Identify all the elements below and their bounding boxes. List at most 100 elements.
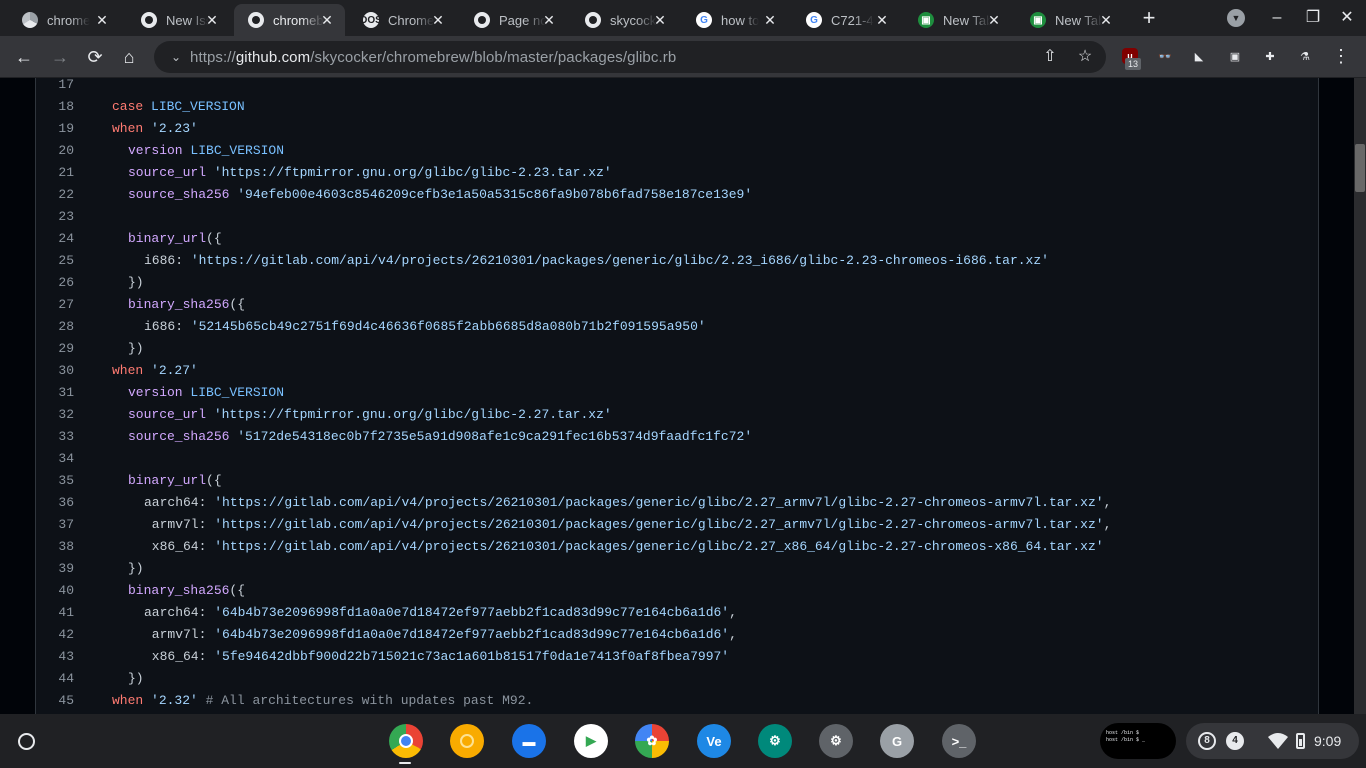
close-window-button[interactable]: ✕ (1337, 8, 1357, 28)
launcher-button[interactable] (18, 733, 35, 750)
line-number[interactable]: 45 (35, 690, 74, 712)
line-number[interactable]: 32 (35, 404, 74, 426)
app-glyph: ⚙ (830, 733, 842, 748)
files-app-icon[interactable]: ▬ (512, 724, 546, 758)
line-number[interactable]: 37 (35, 514, 74, 536)
chrome-app-icon[interactable] (389, 724, 423, 758)
close-tab-icon[interactable]: ✕ (762, 12, 778, 28)
google-app-icon[interactable]: G (880, 724, 914, 758)
tab[interactable]: chromebrew✕ (234, 4, 345, 36)
line-number[interactable]: 39 (35, 558, 74, 580)
line-source: binary_url({ (128, 228, 222, 250)
code-token: source_url (128, 407, 207, 422)
close-tab-icon[interactable]: ✕ (430, 12, 446, 28)
line-number[interactable]: 19 (35, 118, 74, 140)
line-number[interactable]: 31 (35, 382, 74, 404)
line-number[interactable]: 24 (35, 228, 74, 250)
line-number[interactable]: 29 (35, 338, 74, 360)
line-number[interactable]: 27 (35, 294, 74, 316)
vscode-app-icon[interactable]: Ve (697, 724, 731, 758)
new-tab-button[interactable]: + (1139, 7, 1159, 29)
holding-space-tray[interactable]: host /bin $ host /bin $ _ (1100, 723, 1176, 759)
code-token: '5fe94642dbbf900d22b715021c73ac1a601b815… (214, 649, 730, 664)
cookie-extension-icon[interactable]: ◣ (1188, 45, 1210, 67)
chrome-canary-app-icon[interactable] (450, 724, 484, 758)
code-line: 31 version LIBC_VERSION (35, 382, 1319, 404)
line-number[interactable]: 44 (35, 668, 74, 690)
terminal-app-icon[interactable]: >_ (942, 724, 976, 758)
tab[interactable]: New Issue✕ (127, 4, 230, 36)
tab[interactable]: skycocker✕ (571, 4, 678, 36)
tab[interactable]: Page not found✕ (460, 4, 567, 36)
app-glyph: G (891, 733, 903, 749)
code-token: version (128, 143, 183, 158)
app-glyph: ▶ (586, 733, 596, 748)
line-number[interactable]: 35 (35, 470, 74, 492)
tab[interactable]: Ghow to ✕ (682, 4, 788, 36)
line-number[interactable]: 41 (35, 602, 74, 624)
minimize-button[interactable]: – (1267, 8, 1287, 28)
line-number[interactable]: 28 (35, 316, 74, 338)
code-line: 33 source_sha256 '5172de54318ec0b7f2735e5… (35, 426, 1319, 448)
tab[interactable]: ▣ New Tab ✕ (904, 4, 1012, 36)
notification-count-badge[interactable]: 8 (1198, 732, 1216, 750)
photos-app-icon[interactable]: ✿ (635, 724, 669, 758)
restore-button[interactable]: ❐ (1303, 8, 1323, 28)
code-token: , (1103, 495, 1112, 510)
reload-icon[interactable]: ⟳ (83, 45, 107, 69)
menu-kebab-icon[interactable]: ⋮ (1330, 45, 1352, 67)
code-token: case (112, 99, 144, 114)
close-tab-icon[interactable]: ✕ (874, 12, 890, 28)
close-tab-icon[interactable]: ✕ (541, 12, 557, 28)
tab[interactable]: G C721-4 ✕ (792, 4, 900, 36)
line-number[interactable]: 38 (35, 536, 74, 558)
settings-app-icon[interactable]: ⚙ (758, 724, 792, 758)
page-scrollbar[interactable] (1354, 78, 1366, 714)
line-number[interactable]: 25 (35, 250, 74, 272)
line-number[interactable]: 26 (35, 272, 74, 294)
url-text[interactable]: https://github.com/skycocker/chromebrew/… (190, 49, 676, 66)
tab-title: C721-4 (831, 12, 874, 28)
line-number[interactable]: 34 (35, 448, 74, 470)
line-number[interactable]: 43 (35, 646, 74, 668)
forward-icon[interactable]: → (48, 45, 72, 69)
line-number[interactable]: 36 (35, 492, 74, 514)
line-number[interactable]: 20 (35, 140, 74, 162)
unread-count-badge[interactable]: 4 (1226, 732, 1244, 750)
tab[interactable]: DOS Chromebrew✕ (349, 4, 456, 36)
ghostery-extension-icon[interactable]: 👓 (1154, 45, 1176, 67)
line-number[interactable]: 23 (35, 206, 74, 228)
scrollbar-thumb[interactable] (1355, 144, 1365, 192)
close-tab-icon[interactable]: ✕ (652, 12, 668, 28)
line-number[interactable]: 40 (35, 580, 74, 602)
tab[interactable]: chrome ✕ (8, 4, 120, 36)
back-icon[interactable]: ← (12, 45, 36, 69)
close-tab-icon[interactable]: ✕ (1098, 12, 1114, 28)
chevron-down-icon[interactable]: ⌄ (166, 47, 186, 67)
labs-flask-icon[interactable]: ⚗ (1294, 45, 1316, 67)
line-number[interactable]: 21 (35, 162, 74, 184)
code-token: aarch64: (144, 605, 215, 620)
line-number[interactable]: 42 (35, 624, 74, 646)
home-icon[interactable]: ⌂ (117, 45, 141, 69)
close-tab-icon[interactable]: ✕ (204, 12, 220, 28)
line-source: i686: '52145b65cb49c2751f69d4c46636f0685… (144, 316, 706, 338)
line-number[interactable]: 30 (35, 360, 74, 382)
line-number[interactable]: 22 (35, 184, 74, 206)
line-number[interactable]: 18 (35, 96, 74, 118)
extensions-puzzle-icon[interactable]: ✚ (1259, 45, 1281, 67)
tab-search-button[interactable]: ▼ (1227, 9, 1245, 27)
close-tab-icon[interactable]: ✕ (94, 12, 110, 28)
line-number[interactable]: 33 (35, 426, 74, 448)
share-icon[interactable]: ⇧ (1039, 46, 1061, 68)
play-store-app-icon[interactable]: ▶ (574, 724, 608, 758)
line-number[interactable]: 17 (35, 78, 74, 96)
bookmark-star-icon[interactable]: ☆ (1074, 46, 1096, 68)
settings-app-2-icon[interactable]: ⚙ (819, 724, 853, 758)
address-bar[interactable]: ⌄ https://github.com/skycocker/chromebre… (154, 41, 1106, 73)
close-tab-icon[interactable]: ✕ (319, 12, 335, 28)
tab[interactable]: ▣ New Tab ✕ (1016, 4, 1124, 36)
close-tab-icon[interactable]: ✕ (986, 12, 1002, 28)
status-area[interactable]: 8 4 9:09 (1186, 723, 1359, 759)
tampermonkey-extension-icon[interactable]: ▣ (1224, 45, 1246, 67)
